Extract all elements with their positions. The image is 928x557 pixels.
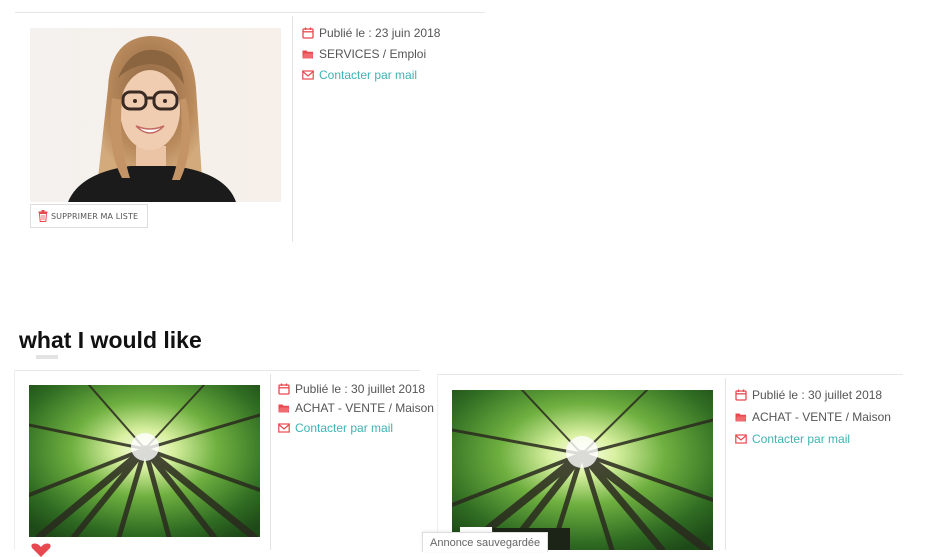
- contact-by-mail-text: Contacter par mail: [295, 421, 394, 435]
- card-divider: [270, 374, 271, 550]
- published-date: Publié le : 30 juillet 2018: [278, 382, 425, 396]
- heart-icon[interactable]: [30, 543, 52, 557]
- envelope-icon: [302, 70, 314, 80]
- category-text: ACHAT - VENTE / Maison: [295, 401, 434, 415]
- card-top-border: [14, 370, 420, 371]
- listing-photo[interactable]: [29, 385, 260, 537]
- saved-toast: Annonce sauvegardée: [422, 532, 549, 552]
- contact-by-mail-text: Contacter par mail: [319, 68, 418, 82]
- published-date-text: Publié le : 30 juillet 2018: [295, 382, 426, 396]
- card-top-border: [15, 12, 485, 13]
- card-left-border: [437, 374, 438, 550]
- section-heading: what I would like: [19, 327, 202, 353]
- published-date-text: Publié le : 30 juillet 2018: [752, 388, 883, 402]
- calendar-icon: [735, 389, 747, 401]
- published-date: Publié le : 30 juillet 2018: [735, 388, 882, 402]
- contact-by-mail-link[interactable]: Contacter par mail: [302, 68, 417, 82]
- card-top-border: [437, 374, 903, 375]
- delete-list-label: SUPPRIMER MA LISTE: [51, 211, 139, 221]
- category-text: ACHAT - VENTE / Maison: [752, 410, 891, 424]
- category: ACHAT - VENTE / Maison: [735, 410, 891, 424]
- contact-by-mail-text: Contacter par mail: [752, 432, 851, 446]
- trash-icon: [38, 210, 48, 222]
- published-date: Publié le : 23 juin 2018: [302, 26, 440, 40]
- card-divider: [292, 16, 293, 242]
- folder-icon: [735, 413, 747, 422]
- calendar-icon: [302, 27, 314, 39]
- folder-icon: [278, 404, 290, 413]
- envelope-icon: [735, 434, 747, 444]
- category: ACHAT - VENTE / Maison: [278, 401, 434, 415]
- card-divider: [725, 378, 726, 550]
- calendar-icon: [278, 383, 290, 395]
- delete-list-button[interactable]: SUPPRIMER MA LISTE: [30, 204, 148, 228]
- listing-photo[interactable]: [452, 390, 713, 550]
- card-left-border: [14, 370, 15, 550]
- category: SERVICES / Emploi: [302, 47, 426, 61]
- contact-by-mail-link[interactable]: Contacter par mail: [735, 432, 850, 446]
- envelope-icon: [278, 423, 290, 433]
- published-date-text: Publié le : 23 juin 2018: [319, 26, 441, 40]
- folder-icon: [302, 50, 314, 59]
- category-text: SERVICES / Emploi: [319, 47, 427, 61]
- contact-by-mail-link[interactable]: Contacter par mail: [278, 421, 393, 435]
- clipped-text-fragment: [36, 355, 58, 359]
- listing-photo[interactable]: [30, 28, 281, 202]
